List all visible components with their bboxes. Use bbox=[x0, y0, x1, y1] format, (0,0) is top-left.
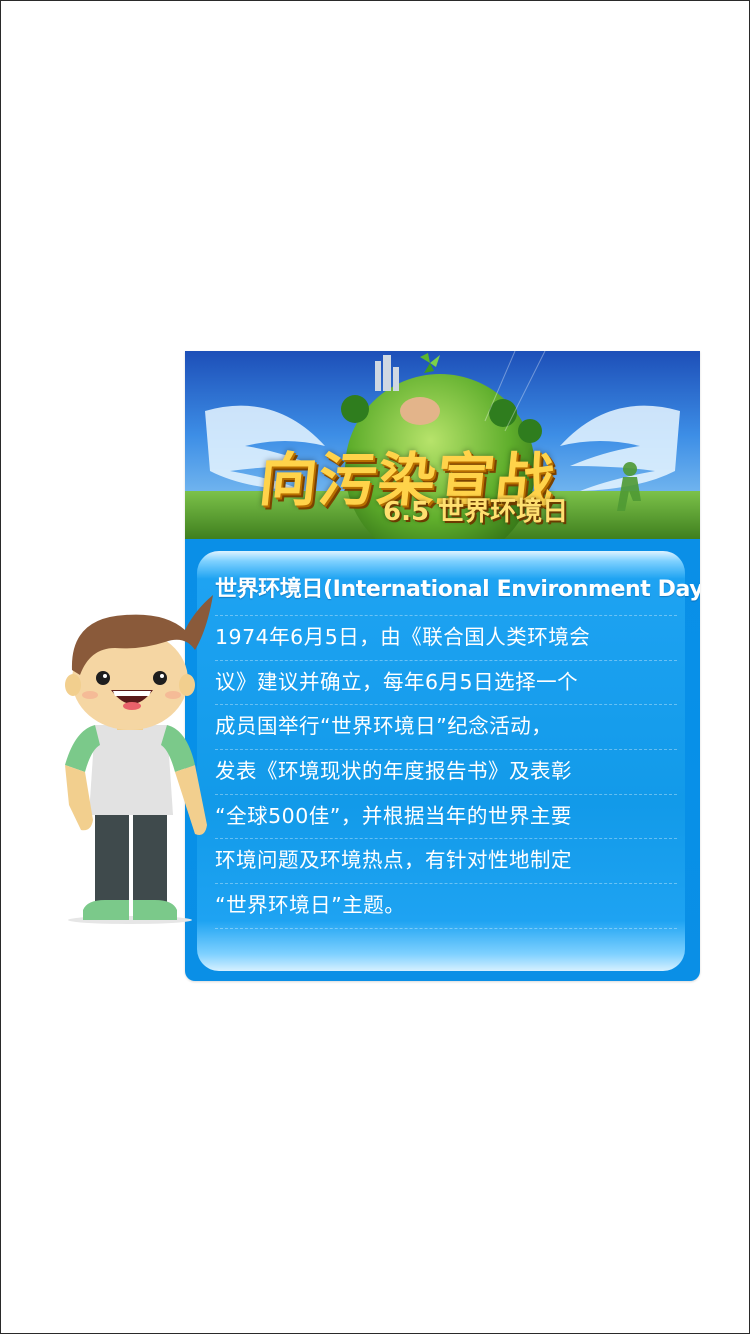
article-line: “世界环境日”主题。 bbox=[215, 884, 677, 929]
article-line: 发表《环境现状的年度报告书》及表彰 bbox=[215, 750, 677, 795]
boy-mascot-illustration bbox=[65, 595, 213, 924]
article-line: 议》建议并确立，每年6月5日选择一个 bbox=[215, 661, 677, 706]
info-card: 向污染宣战 6.5 世界环境日 世界环境日(International Envi… bbox=[185, 351, 700, 981]
article-line: 成员国举行“世界环境日”纪念活动， bbox=[215, 705, 677, 751]
article-body: 1974年6月5日，由《联合国人类环境会 议》建议并确立，每年6月5日选择一个 … bbox=[215, 616, 677, 929]
boy-mascot bbox=[45, 590, 215, 925]
article-heading: 世界环境日(International Environment Day) bbox=[215, 577, 700, 602]
article-line: 1974年6月5日，由《联合国人类环境会 bbox=[215, 616, 677, 661]
banner-subtitle: 6.5 世界环境日 bbox=[383, 497, 569, 527]
banner-image: 向污染宣战 6.5 世界环境日 bbox=[185, 351, 700, 539]
article-line: 环境问题及环境热点，有针对性地制定 bbox=[215, 839, 677, 885]
article-line: “全球500佳”，并根据当年的世界主要 bbox=[215, 795, 677, 840]
